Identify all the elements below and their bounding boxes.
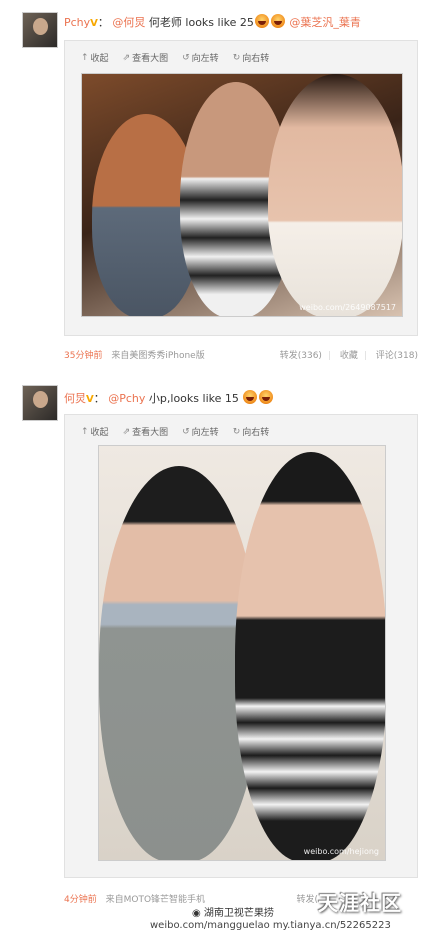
url-watermark: weibo.com/mangguelao my.tianya.cn/522652… bbox=[150, 920, 391, 931]
rotate-right-icon: ↻ bbox=[232, 426, 241, 437]
photo-watermark: weibo.com/hejiong bbox=[303, 847, 379, 856]
post-time[interactable]: 35分钟前 bbox=[64, 351, 102, 361]
post-header: PchyV： @何炅 何老师 looks like 25 @葉芝汎_葉青 bbox=[64, 14, 361, 29]
collapse-button[interactable]: ↑ 收起 bbox=[81, 425, 109, 439]
post-header: 何炅V： @Pchy 小p,looks like 15 bbox=[64, 390, 274, 407]
collapse-arrow-icon: ↑ bbox=[81, 426, 89, 437]
divider: | bbox=[363, 351, 367, 361]
view-large-button[interactable]: ⇗ 查看大图 bbox=[122, 51, 169, 65]
divider: | bbox=[327, 351, 331, 361]
author-avatar[interactable] bbox=[22, 385, 58, 421]
photo-subject bbox=[235, 452, 385, 860]
rotate-right-button[interactable]: ↻ 向右转 bbox=[232, 425, 270, 439]
photo-subject bbox=[268, 74, 402, 316]
verified-badge-icon: V bbox=[90, 18, 98, 29]
view-large-button[interactable]: ⇗ 查看大图 bbox=[122, 425, 169, 439]
laughing-emoji-icon bbox=[270, 14, 285, 28]
tianya-watermark: 天涯社区 bbox=[318, 891, 402, 915]
external-link-icon: ⇗ bbox=[122, 52, 131, 63]
post-time[interactable]: 4分钟前 bbox=[64, 895, 97, 905]
rotate-left-icon: ↺ bbox=[182, 426, 190, 437]
post-stats: 转发(336) | 收藏 | 评论(318) bbox=[274, 348, 418, 361]
media-card: ↑ 收起 ⇗ 查看大图 ↺ 向左转 ↻ 向右转 weibo.com/2649087517 bbox=[64, 40, 418, 336]
rotate-left-button[interactable]: ↺ 向左转 bbox=[182, 425, 219, 439]
author-avatar[interactable] bbox=[22, 12, 58, 48]
repost-link[interactable]: 转发( bbox=[296, 895, 318, 905]
laughing-emoji-icon bbox=[259, 390, 274, 404]
rotate-right-button[interactable]: ↻ 向右转 bbox=[232, 51, 270, 65]
collapse-button[interactable]: ↑ 收起 bbox=[81, 51, 109, 65]
rotate-left-icon: ↺ bbox=[182, 52, 190, 63]
laughing-emoji-icon bbox=[254, 14, 269, 28]
mention-link[interactable]: @葉芝汎_葉青 bbox=[289, 16, 361, 29]
weibo-handle-watermark: ◉ 湖南卫视芒果捞 bbox=[192, 908, 274, 919]
mention-link[interactable]: @何炅 bbox=[112, 16, 145, 29]
post-stats: 转发( bbox=[290, 892, 318, 905]
post-text: 何老师 looks like 25 bbox=[148, 16, 254, 29]
repost-link[interactable]: 转发(336) bbox=[280, 351, 322, 361]
post-source: 来自美图秀秀iPhone版 bbox=[111, 351, 205, 361]
collapse-arrow-icon: ↑ bbox=[81, 52, 89, 63]
laughing-emoji-icon bbox=[243, 390, 258, 404]
post-photo[interactable]: weibo.com/hejiong bbox=[98, 445, 386, 861]
verified-badge-icon: V bbox=[86, 394, 94, 405]
author-name[interactable]: 何炅 bbox=[64, 392, 86, 405]
comment-link[interactable]: 评论(318) bbox=[376, 351, 418, 361]
post-meta: 35分钟前 来自美图秀秀iPhone版 转发(336) | 收藏 | 评论(318) bbox=[64, 348, 418, 361]
media-actions: ↑ 收起 ⇗ 查看大图 ↺ 向左转 ↻ 向右转 bbox=[81, 425, 270, 439]
media-card: ↑ 收起 ⇗ 查看大图 ↺ 向左转 ↻ 向右转 weibo.com/hejiong bbox=[64, 414, 418, 878]
post-text: 小p,looks like 15 bbox=[148, 392, 239, 405]
post-photo[interactable]: weibo.com/2649087517 bbox=[81, 73, 403, 317]
photo-watermark: weibo.com/2649087517 bbox=[299, 303, 396, 312]
weibo-logo-icon: ◉ bbox=[192, 908, 201, 919]
author-name[interactable]: Pchy bbox=[64, 16, 90, 29]
external-link-icon: ⇗ bbox=[122, 426, 131, 437]
media-actions: ↑ 收起 ⇗ 查看大图 ↺ 向左转 ↻ 向右转 bbox=[81, 51, 270, 65]
rotate-right-icon: ↻ bbox=[232, 52, 241, 63]
favorite-link[interactable]: 收藏 bbox=[340, 351, 358, 361]
rotate-left-button[interactable]: ↺ 向左转 bbox=[182, 51, 219, 65]
post-source: 来自MOTO锋芒智能手机 bbox=[105, 895, 206, 905]
mention-link[interactable]: @Pchy bbox=[108, 392, 145, 405]
